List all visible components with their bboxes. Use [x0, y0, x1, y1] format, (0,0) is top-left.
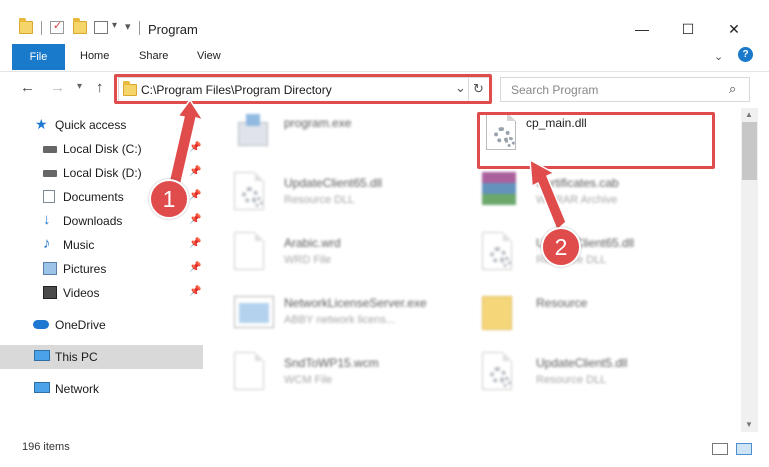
callout-2: 2 — [541, 227, 581, 267]
callout-1: 1 — [149, 179, 189, 219]
annotation-arrows — [165, 98, 567, 232]
arrow-2 — [529, 158, 567, 232]
